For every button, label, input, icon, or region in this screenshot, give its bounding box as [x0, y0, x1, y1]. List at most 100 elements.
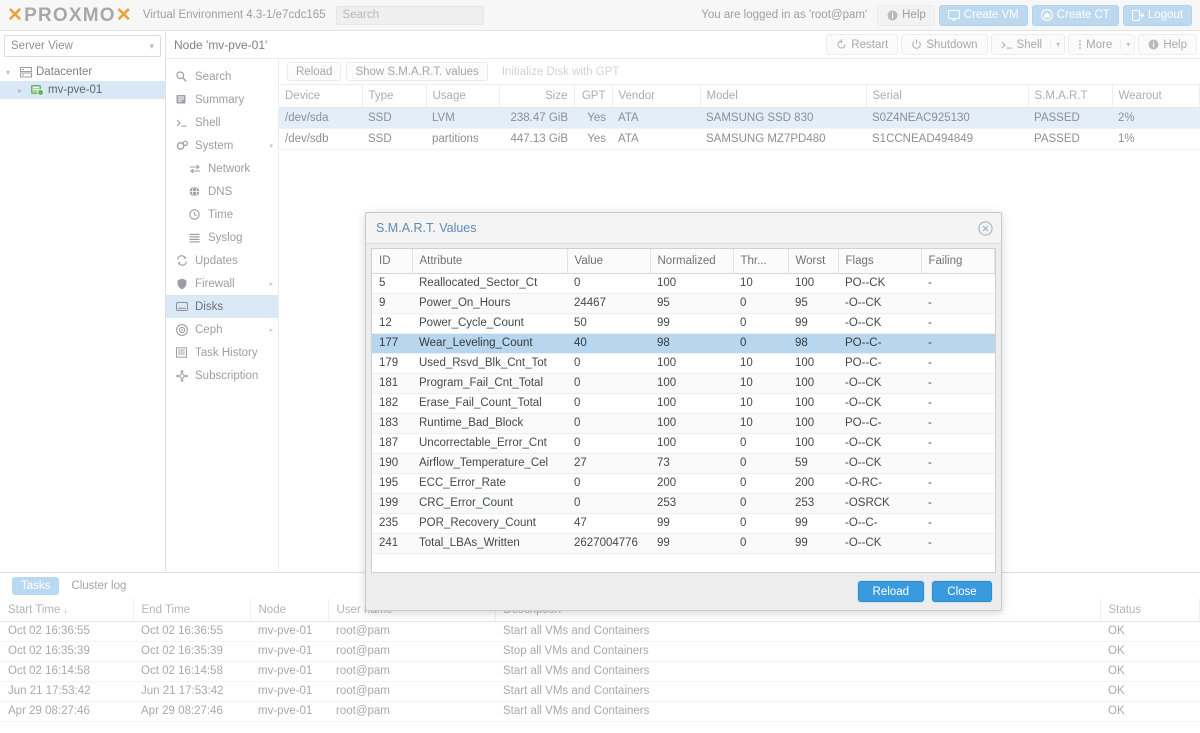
task-description: Start all VMs and Containers: [495, 701, 1100, 721]
disks-col-type[interactable]: Type: [362, 85, 426, 107]
smart-col-value[interactable]: Value: [567, 249, 650, 273]
tab-tasks[interactable]: Tasks: [12, 577, 59, 595]
tasks-col-end-time[interactable]: End Time: [133, 599, 250, 621]
header-help-button[interactable]: Help: [877, 5, 935, 26]
disk-serial: S1CCNEAD494849: [866, 128, 1028, 149]
logout-button[interactable]: Logout: [1123, 5, 1192, 26]
smart-col-worst[interactable]: Worst: [788, 249, 838, 273]
nav-item-search-label: Search: [195, 71, 231, 83]
more-button[interactable]: More ▾: [1068, 34, 1135, 55]
task-user: root@pam: [328, 641, 495, 661]
create-vm-button[interactable]: Create VM: [939, 5, 1028, 26]
nav-item-firewall[interactable]: Firewall ▸: [166, 272, 278, 295]
disks-col-vendor[interactable]: Vendor: [612, 85, 700, 107]
smart-attribute: Program_Fail_Cnt_Total: [412, 373, 567, 393]
disks-col-gpt[interactable]: GPT: [574, 85, 612, 107]
table-row[interactable]: Jun 21 17:53:42 Jun 21 17:53:42 mv-pve-0…: [0, 681, 1200, 701]
container-icon: [1041, 9, 1053, 21]
server-view-select[interactable]: Server View ▾: [4, 35, 161, 57]
table-row[interactable]: /dev/sdb SSD partitions 447.13 GiB Yes A…: [279, 128, 1200, 149]
table-row[interactable]: 5Reallocated_Sector_Ct010010100PO--CK-: [372, 273, 995, 293]
table-row[interactable]: /dev/sda SSD LVM 238.47 GiB Yes ATA SAMS…: [279, 107, 1200, 128]
search-input[interactable]: Search: [336, 6, 484, 25]
task-status: OK: [1100, 621, 1200, 641]
restart-label: Restart: [851, 39, 888, 51]
help-icon: [1148, 39, 1159, 50]
tree-item-mv-pve-01[interactable]: ▸ mv-pve-01: [0, 81, 165, 99]
table-row[interactable]: 190Airflow_Temperature_Cel2773059-O--CK-: [372, 453, 995, 473]
smart-threshold: 0: [733, 293, 788, 313]
dialog-close-button[interactable]: Close: [932, 581, 992, 602]
nav-item-shell[interactable]: Shell: [166, 111, 278, 134]
chevron-down-icon[interactable]: ▾: [1120, 40, 1130, 49]
table-row[interactable]: Apr 29 08:27:46 Apr 29 08:27:46 mv-pve-0…: [0, 701, 1200, 721]
node-icon: [31, 84, 44, 97]
tab-cluster-log[interactable]: Cluster log: [62, 577, 135, 595]
smart-col-flags[interactable]: Flags: [838, 249, 921, 273]
disks-col-serial[interactable]: Serial: [866, 85, 1028, 107]
disk-gpt: Yes: [574, 128, 612, 149]
nav-item-dns[interactable]: DNS: [166, 180, 278, 203]
smart-col-failing[interactable]: Failing: [921, 249, 995, 273]
nav-item-task-history-label: Task History: [195, 347, 258, 359]
chevron-down-icon: ▾: [269, 142, 273, 150]
table-row[interactable]: 235POR_Recovery_Count4799099-O--C--: [372, 513, 995, 533]
disks-col-usage[interactable]: Usage: [426, 85, 499, 107]
task-end-time: Oct 02 16:14:58: [133, 661, 250, 681]
table-row[interactable]: 181Program_Fail_Cnt_Total010010100-O--CK…: [372, 373, 995, 393]
nav-item-subscription[interactable]: Subscription: [166, 364, 278, 387]
table-row[interactable]: 177Wear_Leveling_Count4098098PO--C--: [372, 333, 995, 353]
restart-button[interactable]: Restart: [826, 34, 898, 55]
tree-expander-icon[interactable]: ▾: [6, 68, 15, 77]
close-circle-icon[interactable]: [978, 221, 993, 236]
disks-col-device[interactable]: Device: [279, 85, 362, 107]
nav-item-ceph[interactable]: Ceph ▸: [166, 318, 278, 341]
table-row[interactable]: 241Total_LBAs_Written262700477699099-O--…: [372, 533, 995, 553]
table-row[interactable]: 179Used_Rsvd_Blk_Cnt_Tot010010100PO--C--: [372, 353, 995, 373]
smart-col-id[interactable]: ID: [372, 249, 412, 273]
nav-item-syslog[interactable]: Syslog: [166, 226, 278, 249]
table-row[interactable]: 199CRC_Error_Count02530253-OSRCK-: [372, 493, 995, 513]
table-row[interactable]: 187Uncorrectable_Error_Cnt01000100-O--CK…: [372, 433, 995, 453]
disks-col-smart[interactable]: S.M.A.R.T: [1028, 85, 1112, 107]
tasks-col-node[interactable]: Node: [250, 599, 328, 621]
smart-failing: -: [921, 273, 995, 293]
table-row[interactable]: 182Erase_Fail_Count_Total010010100-O--CK…: [372, 393, 995, 413]
nav-item-system[interactable]: System ▾: [166, 134, 278, 157]
smart-col-normalized[interactable]: Normalized: [650, 249, 733, 273]
node-help-button[interactable]: Help: [1138, 34, 1197, 55]
table-row[interactable]: 195ECC_Error_Rate02000200-O-RC--: [372, 473, 995, 493]
reload-disks-button[interactable]: Reload: [287, 62, 341, 81]
nav-item-updates[interactable]: Updates: [166, 249, 278, 272]
chevron-down-icon[interactable]: ▾: [1050, 40, 1060, 49]
nav-item-disks[interactable]: Disks: [166, 295, 278, 318]
nav-item-search[interactable]: Search: [166, 65, 278, 88]
tree-expander-icon[interactable]: ▸: [18, 86, 27, 95]
globe-icon: [188, 185, 201, 198]
table-row[interactable]: Oct 02 16:36:55 Oct 02 16:36:55 mv-pve-0…: [0, 621, 1200, 641]
smart-col-attribute[interactable]: Attribute: [412, 249, 567, 273]
table-row[interactable]: 9Power_On_Hours2446795095-O--CK-: [372, 293, 995, 313]
table-row[interactable]: Oct 02 16:35:39 Oct 02 16:35:39 mv-pve-0…: [0, 641, 1200, 661]
nav-item-time[interactable]: Time: [166, 203, 278, 226]
disks-col-size[interactable]: Size: [499, 85, 574, 107]
table-row[interactable]: Oct 02 16:14:58 Oct 02 16:14:58 mv-pve-0…: [0, 661, 1200, 681]
smart-value: 47: [567, 513, 650, 533]
table-row[interactable]: 12Power_Cycle_Count5099099-O--CK-: [372, 313, 995, 333]
tree-item-datacenter[interactable]: ▾ Datacenter: [0, 63, 165, 81]
nav-item-summary[interactable]: Summary: [166, 88, 278, 111]
show-smart-values-button[interactable]: Show S.M.A.R.T. values: [346, 62, 487, 81]
disks-col-model[interactable]: Model: [700, 85, 866, 107]
shell-button[interactable]: Shell ▾: [991, 34, 1066, 55]
create-ct-button[interactable]: Create CT: [1032, 5, 1119, 26]
dialog-reload-button[interactable]: Reload: [858, 581, 924, 602]
table-row[interactable]: 183Runtime_Bad_Block010010100PO--C--: [372, 413, 995, 433]
shutdown-button[interactable]: Shutdown: [901, 34, 987, 55]
nav-item-network[interactable]: Network: [166, 157, 278, 180]
nav-item-task-history[interactable]: Task History: [166, 341, 278, 364]
tasks-col-status[interactable]: Status: [1100, 599, 1200, 621]
disks-col-wearout[interactable]: Wearout: [1112, 85, 1200, 107]
smart-col-threshold[interactable]: Thr...: [733, 249, 788, 273]
tasks-col-start-time[interactable]: Start Time↓: [0, 599, 133, 621]
task-start-time: Apr 29 08:27:46: [0, 701, 133, 721]
